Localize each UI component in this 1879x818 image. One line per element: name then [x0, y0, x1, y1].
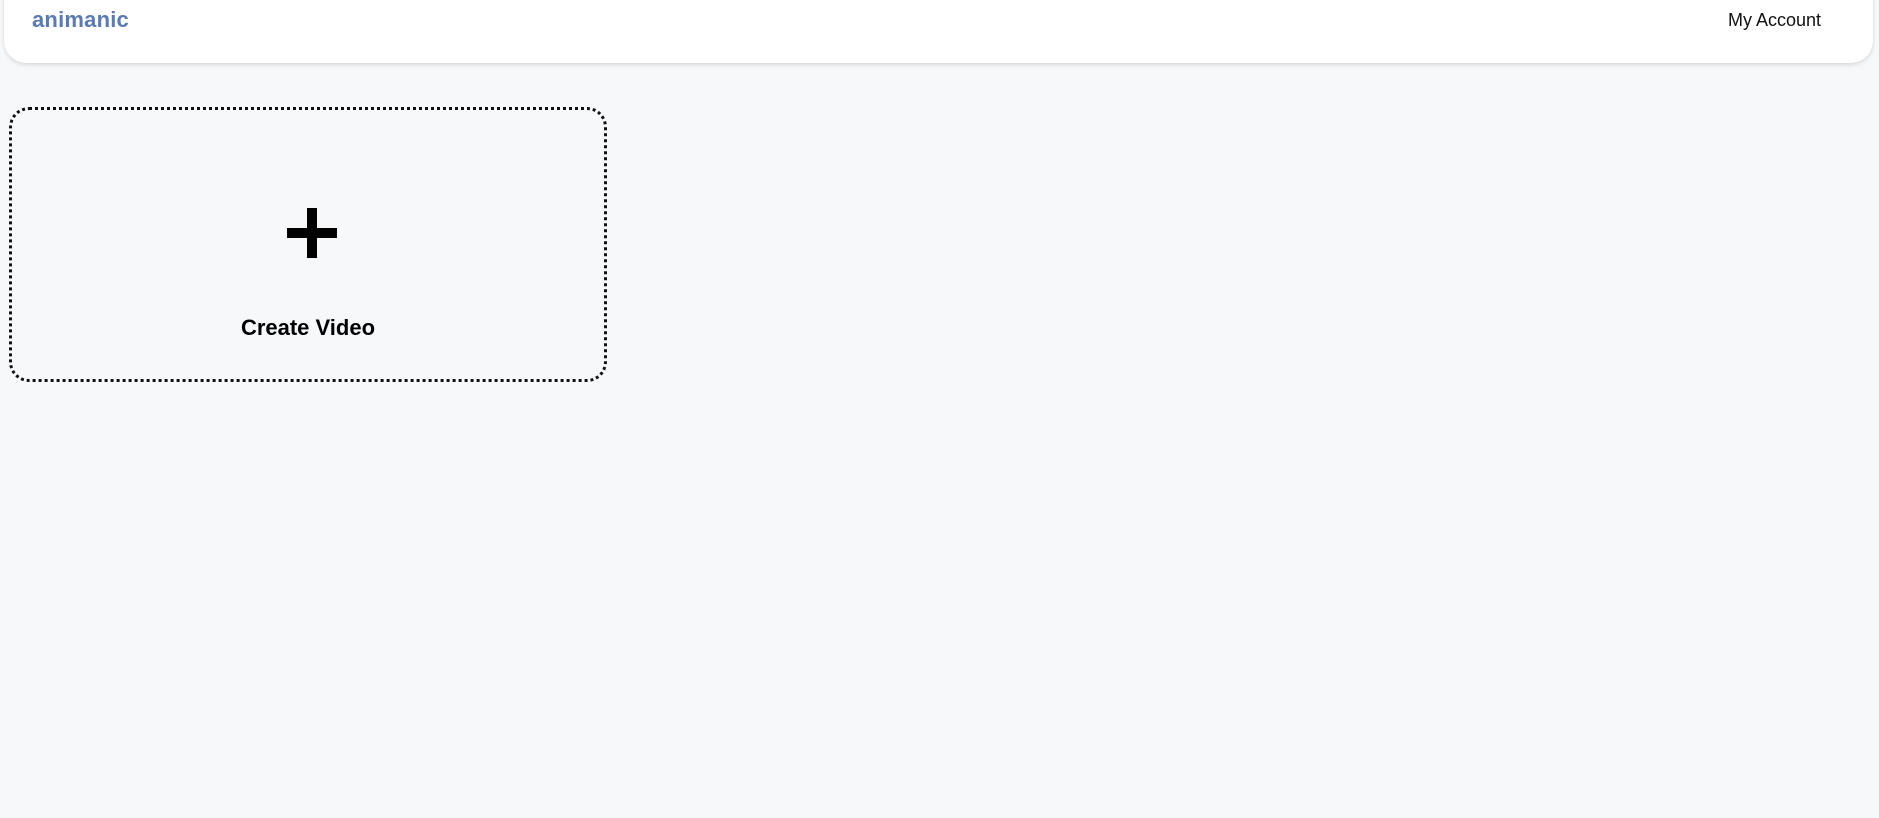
create-video-label: Create Video [240, 315, 376, 340]
my-account-link[interactable]: My Account [1728, 10, 1821, 31]
app-header: animanic My Account [4, 0, 1873, 63]
brand-logo[interactable]: animanic [32, 7, 129, 33]
plus-icon [287, 208, 337, 258]
create-video-card[interactable]: Create Video [9, 107, 607, 382]
